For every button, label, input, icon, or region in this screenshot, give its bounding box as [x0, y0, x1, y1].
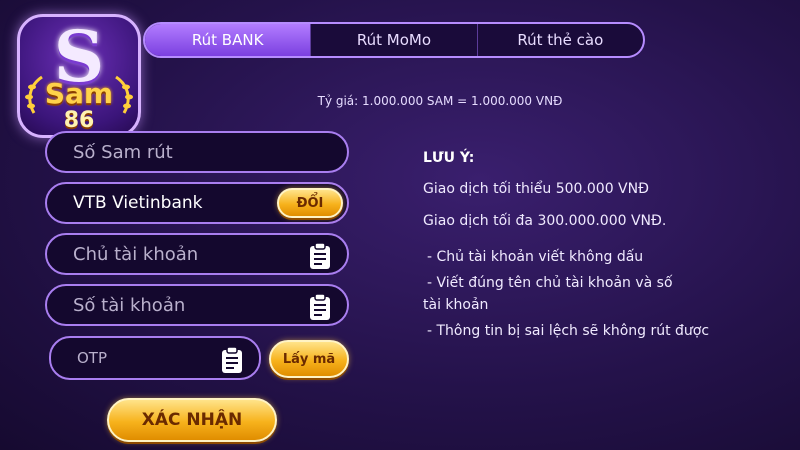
- logo-number: 86: [63, 108, 95, 133]
- clipboard-icon[interactable]: [307, 293, 333, 321]
- otp-input[interactable]: OTP: [49, 336, 261, 380]
- get-otp-button[interactable]: Lấy mã: [269, 340, 349, 378]
- change-bank-button[interactable]: ĐỔI: [277, 188, 343, 218]
- tab-rut-momo[interactable]: Rút MoMo: [311, 24, 478, 56]
- withdraw-screen: S Sam 86 Rút BANK Rút MoMo Rút thẻ cào T…: [0, 0, 800, 450]
- exchange-rate: Tỷ giá: 1.000.000 SAM = 1.000.000 VNĐ: [317, 94, 563, 108]
- confirm-button[interactable]: XÁC NHẬN: [107, 398, 277, 442]
- notes-panel: LƯU Ý: Giao dịch tối thiểu 500.000 VNĐ G…: [423, 150, 783, 344]
- account-holder-input[interactable]: Chủ tài khoản: [45, 233, 349, 275]
- account-placeholder: Số tài khoản: [73, 294, 186, 316]
- tab-rut-bank[interactable]: Rút BANK: [145, 24, 312, 56]
- amount-input[interactable]: Số Sam rút: [45, 131, 349, 173]
- withdraw-tabs: Rút BANK Rút MoMo Rút thẻ cào: [143, 22, 645, 58]
- clipboard-icon[interactable]: [219, 346, 245, 374]
- tab-rut-the-cao[interactable]: Rút thẻ cào: [478, 24, 643, 56]
- holder-placeholder: Chủ tài khoản: [73, 243, 199, 265]
- amount-placeholder: Số Sam rút: [73, 141, 173, 163]
- account-number-input[interactable]: Số tài khoản: [45, 284, 349, 326]
- otp-placeholder: OTP: [77, 349, 108, 367]
- bank-select[interactable]: VTB Vietinbank ĐỔI: [45, 182, 349, 224]
- notes-title: LƯU Ý:: [423, 150, 475, 166]
- bank-value: VTB Vietinbank: [73, 193, 203, 213]
- notes-max: Giao dịch tối đa 300.000.000 VNĐ.: [423, 213, 667, 229]
- notes-bullet: - Thông tin bị sai lệch sẽ không rút đượ…: [427, 323, 710, 339]
- clipboard-icon[interactable]: [307, 242, 333, 270]
- notes-bullet: - Chủ tài khoản viết không dấu: [427, 249, 644, 265]
- notes-min: Giao dịch tối thiểu 500.000 VNĐ: [423, 181, 649, 197]
- sam86-logo: S Sam 86: [17, 14, 141, 138]
